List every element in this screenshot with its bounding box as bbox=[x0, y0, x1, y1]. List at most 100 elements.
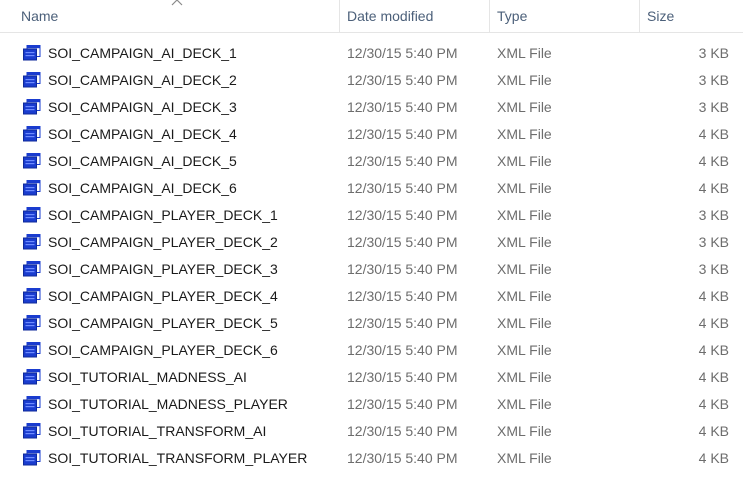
file-date-modified: 12/30/15 5:40 PM bbox=[347, 369, 458, 385]
file-row[interactable]: SOI_TUTORIAL_TRANSFORM_PLAYER 12/30/15 5:… bbox=[0, 445, 743, 472]
file-type: XML File bbox=[497, 342, 552, 358]
file-type: XML File bbox=[497, 261, 552, 277]
xml-file-icon bbox=[23, 180, 41, 196]
xml-file-icon bbox=[23, 45, 41, 61]
column-header-size[interactable]: Size bbox=[640, 0, 743, 32]
file-name: SOI_CAMPAIGN_PLAYER_DECK_2 bbox=[48, 234, 278, 250]
xml-file-icon bbox=[23, 126, 41, 142]
file-row[interactable]: SOI_CAMPAIGN_PLAYER_DECK_5 12/30/15 5:40 … bbox=[0, 310, 743, 337]
file-name: SOI_CAMPAIGN_AI_DECK_3 bbox=[48, 99, 237, 115]
column-header-bar: Name Date modified Type Size bbox=[0, 0, 743, 33]
file-row[interactable]: SOI_CAMPAIGN_PLAYER_DECK_1 12/30/15 5:40 … bbox=[0, 202, 743, 229]
file-row[interactable]: SOI_TUTORIAL_MADNESS_PLAYER 12/30/15 5:40… bbox=[0, 391, 743, 418]
file-date-modified: 12/30/15 5:40 PM bbox=[347, 261, 458, 277]
file-type: XML File bbox=[497, 369, 552, 385]
xml-file-icon bbox=[23, 234, 41, 250]
file-name: SOI_CAMPAIGN_PLAYER_DECK_3 bbox=[48, 261, 278, 277]
file-row[interactable]: SOI_TUTORIAL_MADNESS_AI 12/30/15 5:40 PM X… bbox=[0, 364, 743, 391]
file-name: SOI_TUTORIAL_TRANSFORM_PLAYER bbox=[48, 450, 308, 466]
file-name: SOI_CAMPAIGN_PLAYER_DECK_6 bbox=[48, 342, 278, 358]
xml-file-icon bbox=[23, 261, 41, 277]
file-type: XML File bbox=[497, 72, 552, 88]
file-type: XML File bbox=[497, 450, 552, 466]
file-size: 4 KB bbox=[698, 396, 729, 412]
file-row[interactable]: SOI_CAMPAIGN_PLAYER_DECK_3 12/30/15 5:40 … bbox=[0, 256, 743, 283]
file-type: XML File bbox=[497, 207, 552, 223]
column-header-name[interactable]: Name bbox=[14, 0, 339, 32]
file-type: XML File bbox=[497, 126, 552, 142]
file-date-modified: 12/30/15 5:40 PM bbox=[347, 342, 458, 358]
file-type: XML File bbox=[497, 45, 552, 61]
file-type: XML File bbox=[497, 99, 552, 115]
file-list: SOI_CAMPAIGN_AI_DECK_1 12/30/15 5:40 PM XM… bbox=[0, 40, 743, 472]
file-row[interactable]: SOI_CAMPAIGN_PLAYER_DECK_2 12/30/15 5:40 … bbox=[0, 229, 743, 256]
file-size: 4 KB bbox=[698, 450, 729, 466]
file-name: SOI_CAMPAIGN_AI_DECK_2 bbox=[48, 72, 237, 88]
file-type: XML File bbox=[497, 180, 552, 196]
xml-file-icon bbox=[23, 369, 41, 385]
file-name: SOI_CAMPAIGN_AI_DECK_5 bbox=[48, 153, 237, 169]
xml-file-icon bbox=[23, 288, 41, 304]
xml-file-icon bbox=[23, 315, 41, 331]
file-row[interactable]: SOI_CAMPAIGN_AI_DECK_5 12/30/15 5:40 PM XM… bbox=[0, 148, 743, 175]
xml-file-icon bbox=[23, 423, 41, 439]
file-size: 4 KB bbox=[698, 153, 729, 169]
file-size: 3 KB bbox=[698, 207, 729, 223]
file-size: 4 KB bbox=[698, 180, 729, 196]
file-date-modified: 12/30/15 5:40 PM bbox=[347, 180, 458, 196]
file-type: XML File bbox=[497, 315, 552, 331]
file-row[interactable]: SOI_CAMPAIGN_AI_DECK_4 12/30/15 5:40 PM XM… bbox=[0, 121, 743, 148]
file-size: 3 KB bbox=[698, 45, 729, 61]
file-row[interactable]: SOI_CAMPAIGN_AI_DECK_1 12/30/15 5:40 PM XM… bbox=[0, 40, 743, 67]
file-row[interactable]: SOI_TUTORIAL_TRANSFORM_AI 12/30/15 5:40 P… bbox=[0, 418, 743, 445]
column-header-type[interactable]: Type bbox=[490, 0, 639, 32]
file-size: 4 KB bbox=[698, 288, 729, 304]
file-date-modified: 12/30/15 5:40 PM bbox=[347, 126, 458, 142]
file-name: SOI_CAMPAIGN_AI_DECK_6 bbox=[48, 180, 237, 196]
file-name: SOI_TUTORIAL_TRANSFORM_AI bbox=[48, 423, 267, 439]
file-size: 4 KB bbox=[698, 315, 729, 331]
file-explorer-details-view: Name Date modified Type Size SOI_CAMPAIG… bbox=[0, 0, 743, 478]
xml-file-icon bbox=[23, 396, 41, 412]
file-date-modified: 12/30/15 5:40 PM bbox=[347, 450, 458, 466]
file-date-modified: 12/30/15 5:40 PM bbox=[347, 315, 458, 331]
file-date-modified: 12/30/15 5:40 PM bbox=[347, 396, 458, 412]
file-name: SOI_TUTORIAL_MADNESS_PLAYER bbox=[48, 396, 288, 412]
file-row[interactable]: SOI_CAMPAIGN_PLAYER_DECK_6 12/30/15 5:40 … bbox=[0, 337, 743, 364]
column-header-date-modified[interactable]: Date modified bbox=[340, 0, 489, 32]
file-type: XML File bbox=[497, 423, 552, 439]
file-date-modified: 12/30/15 5:40 PM bbox=[347, 153, 458, 169]
file-type: XML File bbox=[497, 396, 552, 412]
xml-file-icon bbox=[23, 99, 41, 115]
file-name: SOI_TUTORIAL_MADNESS_AI bbox=[48, 369, 247, 385]
file-size: 4 KB bbox=[698, 342, 729, 358]
file-size: 3 KB bbox=[698, 99, 729, 115]
file-row[interactable]: SOI_CAMPAIGN_AI_DECK_6 12/30/15 5:40 PM XM… bbox=[0, 175, 743, 202]
file-row[interactable]: SOI_CAMPAIGN_AI_DECK_2 12/30/15 5:40 PM XM… bbox=[0, 67, 743, 94]
file-row[interactable]: SOI_CAMPAIGN_AI_DECK_3 12/30/15 5:40 PM XM… bbox=[0, 94, 743, 121]
file-type: XML File bbox=[497, 288, 552, 304]
xml-file-icon bbox=[23, 207, 41, 223]
file-type: XML File bbox=[497, 234, 552, 250]
file-date-modified: 12/30/15 5:40 PM bbox=[347, 423, 458, 439]
file-date-modified: 12/30/15 5:40 PM bbox=[347, 99, 458, 115]
file-date-modified: 12/30/15 5:40 PM bbox=[347, 72, 458, 88]
file-size: 4 KB bbox=[698, 126, 729, 142]
file-name: SOI_CAMPAIGN_PLAYER_DECK_4 bbox=[48, 288, 278, 304]
xml-file-icon bbox=[23, 153, 41, 169]
file-size: 3 KB bbox=[698, 72, 729, 88]
file-name: SOI_CAMPAIGN_AI_DECK_1 bbox=[48, 45, 237, 61]
file-size: 4 KB bbox=[698, 369, 729, 385]
file-size: 3 KB bbox=[698, 261, 729, 277]
file-name: SOI_CAMPAIGN_PLAYER_DECK_5 bbox=[48, 315, 278, 331]
file-date-modified: 12/30/15 5:40 PM bbox=[347, 288, 458, 304]
file-name: SOI_CAMPAIGN_AI_DECK_4 bbox=[48, 126, 237, 142]
file-name: SOI_CAMPAIGN_PLAYER_DECK_1 bbox=[48, 207, 278, 223]
file-date-modified: 12/30/15 5:40 PM bbox=[347, 234, 458, 250]
xml-file-icon bbox=[23, 450, 41, 466]
file-type: XML File bbox=[497, 153, 552, 169]
xml-file-icon bbox=[23, 72, 41, 88]
file-row[interactable]: SOI_CAMPAIGN_PLAYER_DECK_4 12/30/15 5:40 … bbox=[0, 283, 743, 310]
file-date-modified: 12/30/15 5:40 PM bbox=[347, 45, 458, 61]
file-date-modified: 12/30/15 5:40 PM bbox=[347, 207, 458, 223]
